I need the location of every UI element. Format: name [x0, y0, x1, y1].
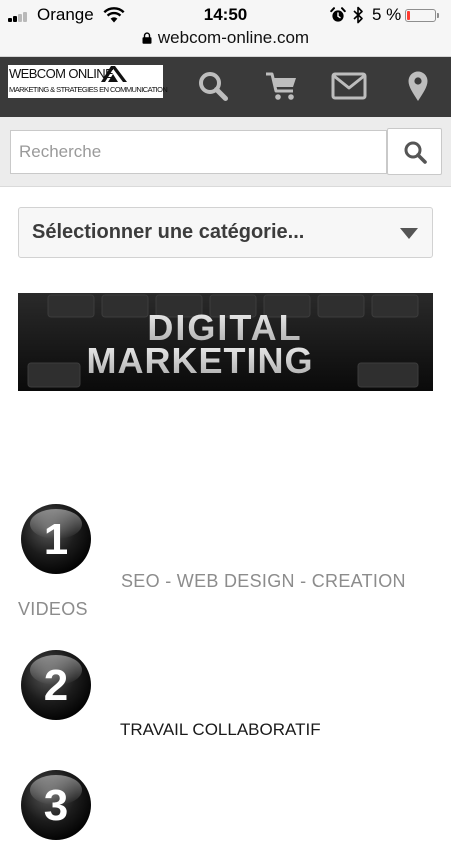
site-header: WEBCOM ONLINE MARKETING & STRATEGIES EN … — [0, 57, 451, 117]
number-one-icon: 1 — [21, 504, 91, 574]
item-2-number: 2 — [44, 661, 68, 710]
logo-tagline: MARKETING & STRATEGIES EN COMMUNICATION — [9, 85, 168, 94]
header-location-button[interactable] — [400, 69, 436, 103]
banner-line2: MARKETING — [87, 340, 314, 381]
search-input[interactable] — [10, 130, 387, 174]
category-selected-value: Sélectionner une catégorie... — [32, 221, 305, 243]
battery-level — [407, 11, 410, 20]
address-url: webcom-online.com — [157, 28, 310, 47]
item-1-label-line2: VIDEOS — [18, 599, 88, 619]
location-pin-icon — [408, 71, 428, 101]
item-3-number: 3 — [44, 781, 68, 830]
search-bar — [0, 117, 451, 187]
mail-icon — [331, 72, 367, 100]
item-2-label: TRAVAIL COLLABORATIF — [120, 720, 321, 739]
category-select[interactable]: Sélectionner une catégorie... — [18, 207, 433, 258]
logo-name: WEBCOM ONLINE — [9, 66, 114, 81]
header-mail-button[interactable] — [331, 69, 367, 103]
cart-icon — [266, 72, 296, 100]
chevron-down-icon — [400, 228, 418, 239]
number-two-icon: 2 — [21, 650, 91, 720]
battery-icon — [405, 9, 436, 22]
digital-marketing-banner: DIGITAL MARKETING — [18, 293, 433, 391]
header-search-button[interactable] — [195, 69, 231, 103]
header-cart-button[interactable] — [264, 69, 300, 103]
alarm-icon — [330, 7, 346, 22]
logo-mark-icon — [101, 66, 127, 82]
lock-icon — [142, 32, 152, 44]
search-icon — [404, 141, 427, 164]
item-1-number: 1 — [44, 515, 68, 564]
status-bar: Orange 14:50 5 % webcom-online.com — [0, 0, 451, 57]
site-logo[interactable]: WEBCOM ONLINE MARKETING & STRATEGIES EN … — [8, 65, 168, 98]
address-bar[interactable]: webcom-online.com — [0, 28, 451, 48]
battery-percent: 5 % — [372, 5, 402, 24]
banner-image: DIGITAL MARKETING — [18, 293, 433, 391]
search-submit-button[interactable] — [387, 128, 442, 175]
number-three-icon: 3 — [21, 770, 91, 840]
bluetooth-icon — [353, 6, 363, 24]
search-icon — [199, 72, 228, 101]
battery-tip — [437, 13, 439, 18]
item-1-label-line1: SEO - WEB DESIGN - CREATION — [121, 571, 406, 591]
